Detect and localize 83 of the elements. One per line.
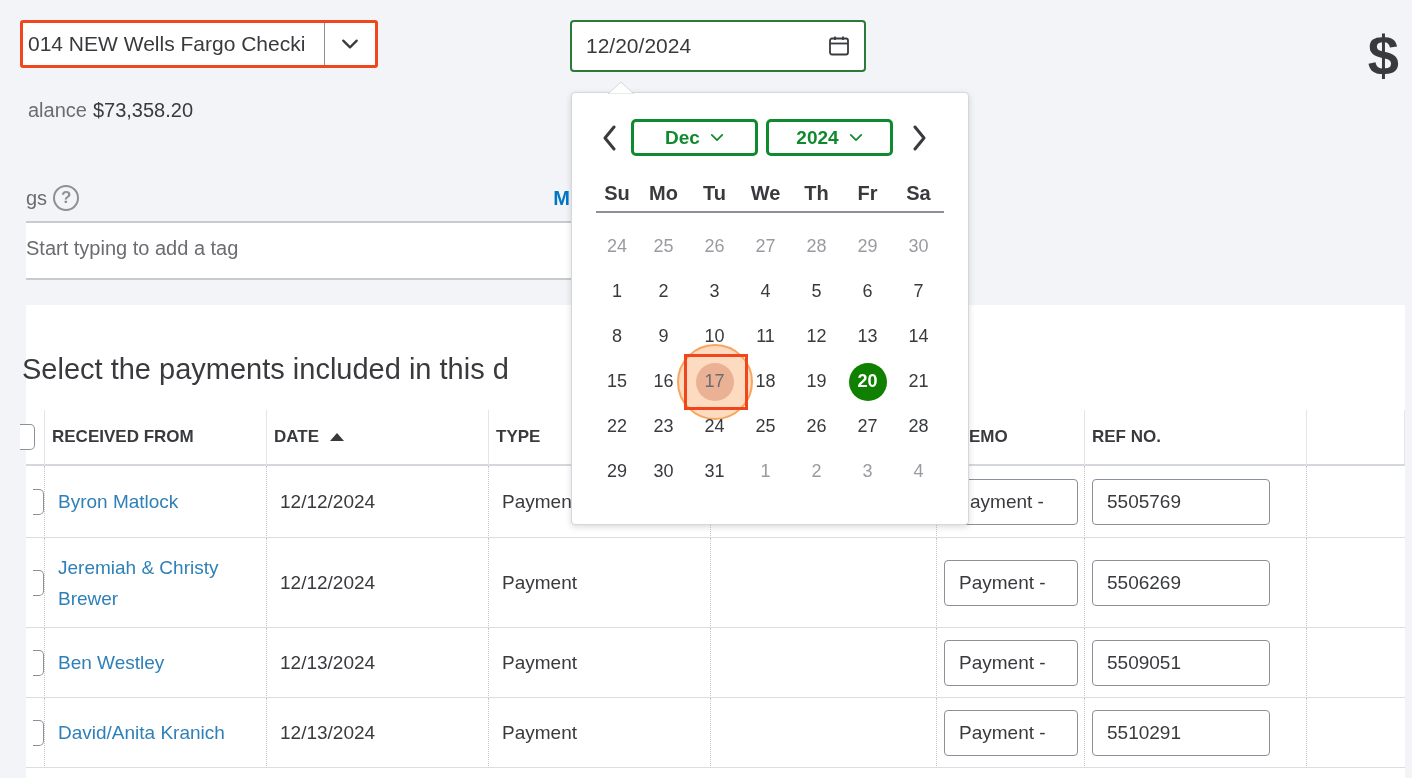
chevron-down-icon	[709, 133, 724, 142]
ref-no-field[interactable]: 5506269	[1092, 559, 1270, 606]
calendar-day[interactable]: 24	[695, 407, 734, 446]
type-cell: Payment	[502, 571, 577, 594]
calendar-day[interactable]: 2	[644, 272, 683, 311]
memo-field[interactable]: Payment -	[944, 559, 1078, 606]
calendar-day[interactable]: 22	[598, 407, 636, 446]
weekday-label: Mo	[648, 182, 679, 205]
calendar-day[interactable]: 14	[899, 317, 938, 356]
calendar-day[interactable]: 15	[598, 362, 636, 401]
calendar-day[interactable]: 13	[848, 317, 887, 356]
weekday-label: We	[749, 182, 782, 205]
annotation-box	[683, 353, 748, 410]
calendar-day[interactable]: 25	[746, 407, 785, 446]
customer-link[interactable]: Jeremiah & Christy Brewer	[58, 551, 258, 614]
ref-no-field[interactable]: 5509051	[1092, 639, 1270, 686]
calendar-day[interactable]: 8	[598, 317, 636, 356]
date-cell: 12/13/2024	[280, 721, 376, 744]
calendar-day[interactable]: 12	[797, 317, 836, 356]
calendar-day[interactable]: 31	[695, 452, 734, 491]
weekday-label: Tu	[702, 182, 727, 205]
date-field[interactable]: 12/20/2024	[570, 20, 866, 72]
calendar-day[interactable]: 30	[644, 452, 683, 491]
date-cell: 12/12/2024	[280, 490, 376, 513]
column-header[interactable]: DATE	[274, 427, 319, 447]
weekday-label: Sa	[905, 182, 932, 205]
calendar-day[interactable]: 10	[695, 317, 734, 356]
checkbox[interactable]	[33, 488, 44, 515]
chevron-down-icon	[848, 133, 863, 142]
balance-amount: $73,358.20	[92, 99, 194, 122]
calendar-day[interactable]: 19	[797, 362, 836, 401]
calendar-day[interactable]: 27	[848, 407, 887, 446]
column-header[interactable]: EMO	[969, 427, 1008, 447]
weekday-label: Th	[803, 182, 830, 205]
calendar-icon	[827, 34, 851, 58]
date-cell: 12/12/2024	[280, 571, 376, 594]
calendar-day[interactable]: 23	[644, 407, 683, 446]
currency-symbol: $	[1367, 28, 1399, 84]
type-cell: Payment	[502, 721, 577, 744]
column-header[interactable]: RECEIVED FROM	[52, 427, 194, 447]
calendar-day[interactable]: 28	[899, 407, 938, 446]
calendar-day[interactable]: 1	[598, 272, 636, 311]
manage-tags-link[interactable]: M	[553, 186, 570, 210]
customer-link[interactable]: Byron Matlock	[58, 486, 179, 517]
calendar-day[interactable]: 16	[644, 362, 683, 401]
ref-no-field[interactable]: 5510291	[1092, 709, 1270, 756]
tags-label: gs	[26, 186, 48, 210]
weekday-label: Fr	[856, 182, 879, 205]
calendar-day[interactable]: 18	[746, 362, 785, 401]
month-select[interactable]: Dec	[631, 119, 758, 156]
next-month-icon[interactable]	[911, 124, 927, 151]
calendar-day[interactable]: 11	[746, 317, 785, 356]
account-dropdown[interactable]: 014 NEW Wells Fargo Checki	[20, 20, 378, 68]
calendar-day[interactable]: 7	[899, 272, 938, 311]
calendar-day[interactable]: 29	[598, 452, 636, 491]
checkbox[interactable]	[20, 424, 35, 450]
calendar-day[interactable]: 3	[695, 272, 734, 311]
calendar-day[interactable]: 4	[746, 272, 785, 311]
chevron-down-icon	[341, 38, 359, 50]
calendar-day[interactable]: 6	[848, 272, 887, 311]
balance-label: alance	[28, 99, 87, 122]
weekday-label: Su	[603, 182, 631, 205]
date-cell: 12/13/2024	[280, 651, 376, 674]
customer-link[interactable]: Ben Westley	[58, 647, 165, 678]
memo-field[interactable]: Payment -	[944, 709, 1078, 756]
calendar-day[interactable]: 26	[797, 407, 836, 446]
type-cell: Paymen	[502, 490, 572, 513]
calendar-day[interactable]: 21	[899, 362, 938, 401]
previous-month-icon[interactable]	[602, 124, 618, 151]
checkbox[interactable]	[33, 569, 44, 596]
section-heading: Select the payments included in this d	[22, 352, 509, 387]
calendar-day[interactable]: 20	[848, 362, 887, 401]
calendar-day[interactable]: 9	[644, 317, 683, 356]
type-cell: Payment	[502, 651, 577, 674]
customer-link[interactable]: David/Anita Kranich	[58, 717, 225, 748]
column-header[interactable]: REF NO.	[1092, 427, 1161, 447]
calendar-day[interactable]: 5	[797, 272, 836, 311]
ref-no-field[interactable]: 5505769	[1092, 478, 1270, 525]
checkbox[interactable]	[33, 719, 44, 746]
column-header[interactable]: TYPE	[496, 427, 541, 447]
memo-field[interactable]: Payment -	[944, 639, 1078, 686]
year-select[interactable]: 2024	[766, 119, 893, 156]
checkbox[interactable]	[33, 649, 44, 676]
